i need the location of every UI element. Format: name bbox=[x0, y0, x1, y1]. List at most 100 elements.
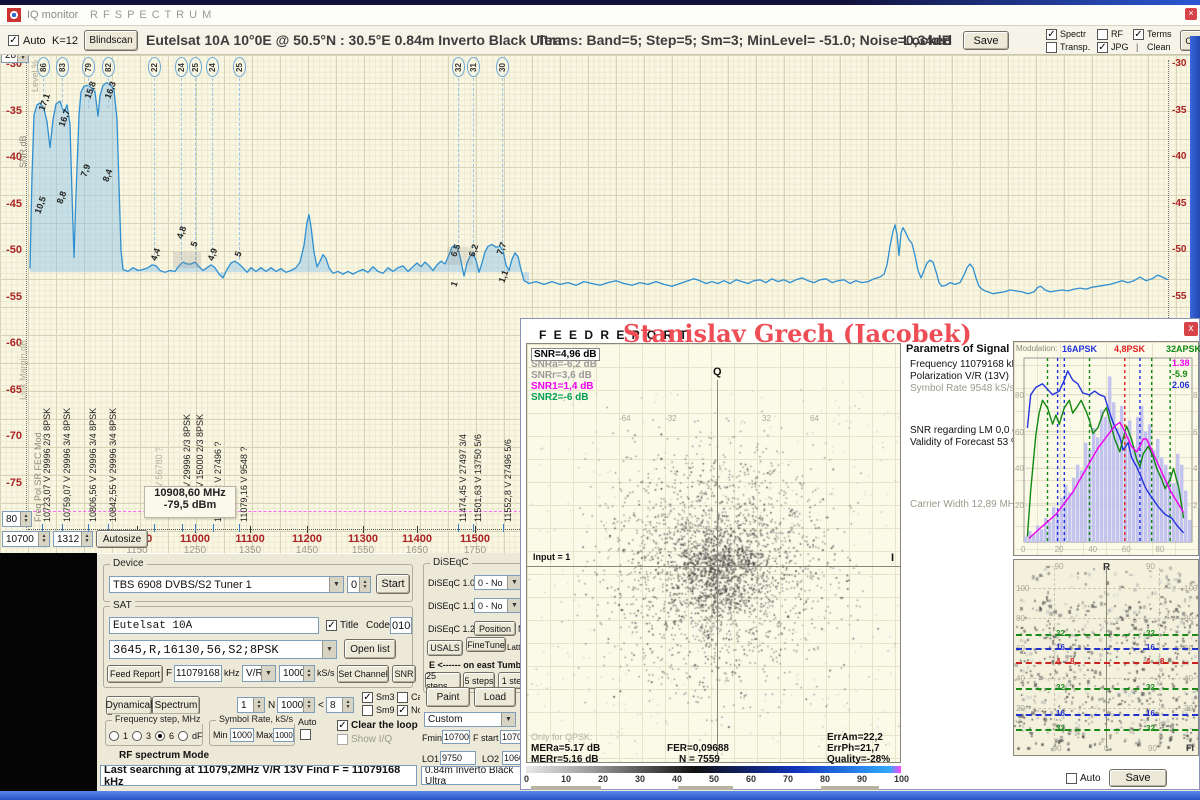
position-button[interactable]: Position bbox=[474, 621, 516, 636]
scrollbar-segment[interactable] bbox=[821, 786, 879, 790]
auto-checkbox[interactable]: ✓ bbox=[8, 35, 19, 46]
scrollbar-segment[interactable] bbox=[531, 786, 601, 790]
auto-sr-checkbox[interactable]: ✓ bbox=[300, 729, 311, 740]
spectrum-button[interactable]: Spectrum bbox=[152, 696, 200, 715]
noise-checkbox[interactable]: ✓ bbox=[397, 705, 408, 716]
fi-auto-checkbox[interactable]: ✓ bbox=[1066, 773, 1077, 784]
feed-report-button[interactable]: Feed Report bbox=[107, 665, 163, 683]
diseqc11-select[interactable]: 0 - No▼ bbox=[474, 598, 522, 613]
show-iq-checkbox[interactable]: ✓ bbox=[337, 734, 348, 745]
y-axis-label-right: -45 bbox=[1172, 198, 1186, 209]
terms-checkbox[interactable]: ✓ bbox=[1133, 29, 1144, 40]
save-button[interactable]: Save bbox=[963, 31, 1009, 50]
dynamical-button[interactable]: Dynamical bbox=[106, 696, 152, 715]
scrollbar-segment[interactable] bbox=[678, 786, 733, 790]
tuner-select[interactable]: TBS 6908 DVBS/S2 Tuner 1▼ bbox=[109, 576, 344, 593]
fi-bottom-label: -90 bbox=[1050, 744, 1062, 753]
fi-save-button[interactable]: Save bbox=[1109, 769, 1167, 787]
rf-checkbox[interactable]: ✓ bbox=[1097, 29, 1108, 40]
sm9-checkbox[interactable]: ✓ bbox=[362, 705, 373, 716]
paint-button[interactable]: Paint bbox=[426, 687, 470, 707]
blindscan-button[interactable]: Blindscan bbox=[84, 30, 138, 51]
diseqc10-select[interactable]: 0 - No▼ bbox=[474, 575, 522, 590]
transponder-label: 10723,07 V 29996 2/3 8PSK bbox=[42, 408, 52, 522]
sr-spinner[interactable]: 1000▲▼ bbox=[279, 665, 315, 682]
marker-drop-line bbox=[154, 78, 155, 260]
freq-field[interactable]: 11079168 bbox=[174, 665, 222, 682]
fi-threshold-label: 16 bbox=[1056, 709, 1065, 718]
chevron-down-icon: ▼ bbox=[501, 713, 515, 726]
app-icon bbox=[7, 8, 21, 22]
erram-value: ErrAm=22,2 bbox=[827, 732, 883, 743]
n1-spinner[interactable]: 1▲▼ bbox=[237, 697, 265, 713]
cursor-tooltip: 10908,60 MHz -79,5 dBm bbox=[144, 486, 236, 518]
spectr-checkbox[interactable]: ✓ bbox=[1046, 29, 1057, 40]
n2-spinner[interactable]: 1000▲▼ bbox=[277, 697, 315, 713]
freqstep-radio-6[interactable] bbox=[155, 731, 165, 741]
snr-button[interactable]: SNR bbox=[392, 665, 416, 683]
level-spinner[interactable]: 80▲▼ bbox=[2, 511, 32, 527]
close-icon[interactable]: × bbox=[1185, 8, 1197, 20]
finetune-button[interactable]: FineTune bbox=[466, 637, 506, 652]
mod-xtick: 0 bbox=[1021, 545, 1025, 554]
fi-threshold-label: 32 bbox=[1146, 724, 1155, 733]
transponder-label: 11474,45 V 27497 3/4 bbox=[458, 434, 468, 522]
start-button[interactable]: Start bbox=[376, 574, 410, 594]
fi-panel: -90R901001008080606040402020323216164488… bbox=[1013, 559, 1199, 756]
feed-x-label: 30 bbox=[635, 774, 645, 784]
q-axis-label: Q bbox=[713, 366, 722, 378]
sat-name-field[interactable]: Eutelsat 10A bbox=[109, 617, 319, 634]
freqstep-radio-3[interactable] bbox=[132, 731, 142, 741]
khz-label: kHz bbox=[224, 668, 240, 678]
level-marker[interactable]: 82 bbox=[102, 57, 115, 77]
level-marker[interactable]: 25 bbox=[189, 57, 202, 77]
q-axis bbox=[717, 380, 718, 756]
feed-close-icon[interactable]: x bbox=[1184, 322, 1198, 336]
fmin-field[interactable]: 10700 bbox=[442, 730, 470, 744]
constellation-tick-label: 32 bbox=[762, 414, 771, 423]
fstart-spinner[interactable]: 10700▲▼ bbox=[2, 531, 50, 547]
freqstep-option-label: 6 bbox=[169, 731, 174, 741]
max-field[interactable]: 10000 bbox=[273, 728, 294, 742]
sm3-checkbox[interactable]: ✓ bbox=[362, 692, 373, 703]
transponder-tick bbox=[458, 524, 459, 532]
calibr-checkbox[interactable]: ✓ bbox=[397, 692, 408, 703]
level-marker[interactable]: 24 bbox=[175, 57, 188, 77]
diseqc10-label: DiSEqC 1.0 bbox=[428, 578, 475, 588]
level-marker[interactable]: 25 bbox=[233, 57, 246, 77]
level-marker[interactable]: 30 bbox=[496, 57, 509, 77]
level-marker[interactable]: 32 bbox=[452, 57, 465, 77]
min-field[interactable]: 1000 bbox=[230, 728, 254, 742]
level-marker[interactable]: 22 bbox=[148, 57, 161, 77]
clear-loop-checkbox[interactable]: ✓ bbox=[337, 720, 348, 731]
transp-checkbox[interactable]: ✓ bbox=[1046, 42, 1057, 53]
lo1-field[interactable]: 9750 bbox=[440, 751, 476, 765]
level-marker[interactable]: 79 bbox=[82, 57, 95, 77]
level-marker[interactable]: 83 bbox=[56, 57, 69, 77]
diseqc-panel: DiSEqC DiSEqC 1.0 0 - No▼ DiSEqC 1.1 0 -… bbox=[420, 553, 520, 792]
title-checkbox[interactable]: ✓ bbox=[326, 620, 337, 631]
set-channel-button[interactable]: Set Channel bbox=[337, 665, 389, 683]
load-button[interactable]: Load bbox=[474, 687, 516, 707]
autosize-button[interactable]: Autosize bbox=[96, 530, 148, 548]
jpg-checkbox[interactable]: ✓ bbox=[1097, 42, 1108, 53]
fi-side-label-right: 100 bbox=[1184, 584, 1197, 593]
peak-snr-label: 5 bbox=[233, 250, 244, 258]
axis-caption-margin: Link Margin,dB bbox=[18, 340, 28, 400]
transponder-label: 10806,56 V 29996 3/4 8PSK bbox=[88, 408, 98, 522]
open-list-button[interactable]: Open list bbox=[344, 639, 396, 659]
n3-spinner[interactable]: 8▲▼ bbox=[326, 697, 354, 713]
satellite-info: Eutelsat 10A 10°0E @ 50.5°N : 30.5°E 0.8… bbox=[146, 32, 562, 48]
level-marker[interactable]: 31 bbox=[467, 57, 480, 77]
sm3-label: Sm3 bbox=[376, 692, 395, 702]
channel-select[interactable]: 3645,R,16130,56,S2;8PSK▼ bbox=[109, 640, 337, 659]
freqstep-radio-dF[interactable] bbox=[178, 731, 188, 741]
level-marker[interactable]: 24 bbox=[206, 57, 219, 77]
polarization-select[interactable]: V/R▼ bbox=[242, 665, 276, 682]
span-spinner[interactable]: 1312▲▼ bbox=[53, 531, 93, 547]
tuner-num-spinner[interactable]: 0▲▼ bbox=[347, 576, 371, 593]
usals-button[interactable]: USALS bbox=[427, 640, 463, 656]
freqstep-radio-1[interactable] bbox=[109, 731, 119, 741]
custom-select[interactable]: Custom▼ bbox=[424, 712, 516, 727]
code-field[interactable]: 0100 bbox=[390, 617, 412, 634]
